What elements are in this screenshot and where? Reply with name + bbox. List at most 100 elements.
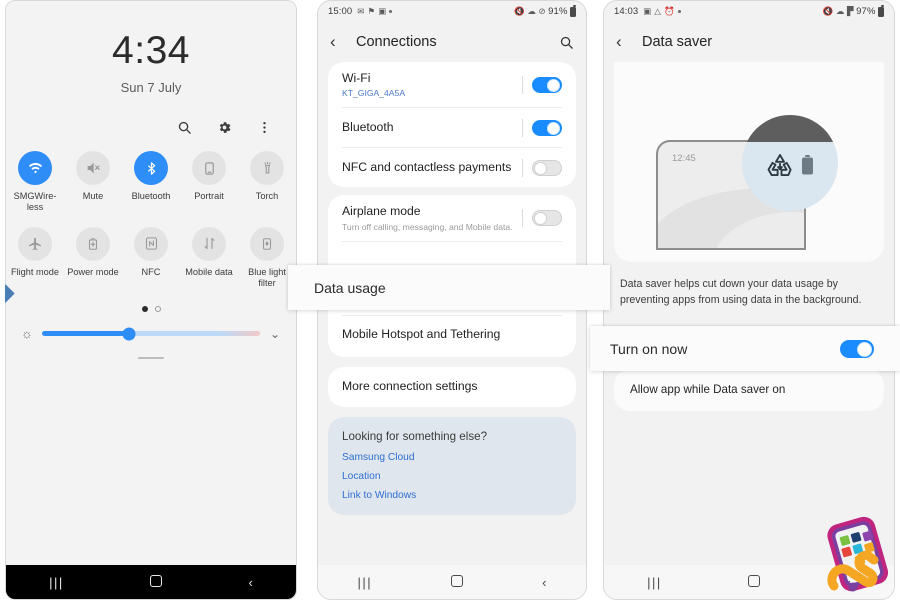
row-wifi[interactable]: Wi-Fi KT_GIGA_4A5A (342, 62, 562, 107)
pager-dot[interactable] (154, 306, 161, 313)
brightness-slider[interactable] (42, 327, 260, 341)
battery-icon-3 (878, 5, 884, 17)
mute-icon: 🔇 (822, 6, 834, 17)
tile-wifi[interactable]: SMGWire-less (6, 151, 64, 213)
row-more-connection-settings[interactable]: More connection settings (342, 367, 562, 407)
airplane-icon (18, 226, 52, 261)
blue-light-icon (250, 226, 284, 261)
brightness-slider-row[interactable]: ☼ ⌄ (6, 312, 296, 341)
back-icon[interactable]: ‹ (248, 575, 252, 590)
data-saver-panel: 14:03 ▣ △ ⏰ 🔇 ☁ ▛ 97% ‹ Data saver 12:45… (603, 0, 895, 600)
divider (522, 158, 523, 177)
home-icon[interactable] (451, 574, 464, 590)
battery-percent-3: 97% (856, 6, 876, 17)
quick-settings-tile-grid: SMGWire-less Mute Bluetooth Portrait Tor… (6, 151, 296, 288)
row-nfc[interactable]: NFC and contactless payments (342, 147, 562, 187)
tile-bluetooth[interactable]: Bluetooth (122, 151, 180, 213)
bluetooth-toggle[interactable] (532, 119, 562, 136)
tile-nfc[interactable]: NFC (122, 226, 180, 289)
chevron-down-icon[interactable]: ⌄ (268, 327, 282, 341)
tile-mute[interactable]: Mute (64, 151, 122, 213)
row-title: NFC and contactless payments (342, 160, 512, 175)
drag-handle[interactable] (138, 357, 164, 360)
link-location[interactable]: Location (342, 471, 562, 482)
app-bar-data-saver: ‹ Data saver (604, 22, 894, 62)
connections-card-3: More connection settings (328, 366, 576, 407)
highlighted-row-data-usage[interactable]: Data usage (288, 265, 610, 310)
gallery-icon: ▣ (378, 6, 387, 17)
back-chevron-icon[interactable]: ‹ (616, 32, 636, 52)
row-allow-app-while-data-saver-on[interactable]: Allow app while Data saver on (630, 369, 868, 411)
tile-label: Bluetooth (131, 191, 171, 201)
gear-icon[interactable] (214, 117, 234, 137)
back-icon[interactable]: ‹ (542, 575, 546, 590)
status-bar-2: 15:00 ✉ ⚑ ▣ 🔇 ☁ ⊘ 91% (318, 1, 586, 22)
warning-icon: △ (654, 6, 662, 17)
tile-label: Mobile data (185, 266, 233, 277)
nfc-toggle[interactable] (532, 159, 562, 176)
mute-icon (76, 151, 110, 185)
row-airplane-mode[interactable]: Airplane mode Turn off calling, messagin… (342, 195, 562, 240)
airplane-mode-toggle[interactable] (532, 209, 562, 226)
battery-power-icon (76, 226, 110, 261)
row-mobile-hotspot[interactable]: Mobile Hotspot and Tethering (342, 314, 562, 355)
row-bluetooth[interactable]: Bluetooth (342, 107, 562, 147)
tile-label: SMGWire-less (13, 191, 57, 212)
divider (522, 208, 523, 227)
dnd-icon: ⊘ (538, 6, 546, 17)
highlighted-row-turn-on-now[interactable]: Turn on now (590, 326, 900, 371)
link-link-to-windows[interactable]: Link to Windows (342, 490, 562, 501)
recents-icon[interactable]: ||| (647, 575, 662, 590)
status-time-2: 15:00 (328, 6, 353, 17)
overlay-label: Data usage (314, 279, 386, 296)
hint-title: Looking for something else? (342, 429, 488, 443)
link-samsung-cloud[interactable]: Samsung Cloud (342, 452, 562, 463)
quick-settings-sheet: 4:34 Sun 7 July SMGWire-less Mute Blueto… (6, 1, 296, 565)
tile-power-mode[interactable]: Power mode (64, 226, 122, 289)
wifi-icon: ☁ (835, 6, 845, 17)
tile-flight-mode[interactable]: Flight mode (6, 226, 64, 289)
clock-time: 4:34 (112, 29, 190, 72)
brightness-slider-knob[interactable] (122, 327, 136, 341)
pager-dot-active[interactable] (141, 306, 148, 313)
home-icon[interactable] (748, 574, 761, 590)
back-chevron-icon[interactable]: ‹ (330, 32, 350, 52)
tile-label: Mute (82, 191, 104, 201)
page-title: Connections (356, 34, 437, 50)
looking-for-something-else-card: Looking for something else? Samsung Clou… (328, 416, 576, 515)
alarm-icon: ⏰ (664, 6, 675, 17)
bluetooth-icon (134, 151, 168, 185)
tile-label: Blue light filter (248, 266, 286, 288)
search-icon[interactable] (559, 35, 574, 50)
app-bar-connections: ‹ Connections (318, 22, 586, 62)
tile-portrait[interactable]: Portrait (180, 151, 238, 213)
overlay-label: Turn on now (610, 340, 688, 357)
row-title: Bluetooth (342, 120, 394, 135)
battery-percent-2: 91% (548, 6, 568, 17)
tile-torch[interactable]: Torch (238, 151, 296, 213)
brightness-icon: ☼ (21, 326, 33, 342)
search-icon[interactable] (174, 117, 194, 137)
tile-label: Power mode (67, 266, 119, 277)
home-icon[interactable] (150, 574, 163, 590)
overflow-menu-icon[interactable] (254, 117, 274, 137)
data-saver-toggle[interactable] (840, 339, 874, 358)
recents-icon[interactable]: ||| (358, 575, 373, 590)
tile-label: Torch (255, 191, 279, 201)
wifi-toggle[interactable] (532, 76, 562, 93)
more-notifications-dot (677, 10, 681, 13)
page-title: Data saver (642, 34, 713, 50)
row-subtitle: KT_GIGA_4A5A (342, 88, 406, 99)
app-notification-icon: ⚑ (367, 6, 376, 17)
app-repair-logo (822, 516, 894, 594)
data-saver-illustration: 12:45 (614, 62, 884, 262)
tile-mobile-data[interactable]: Mobile data (180, 226, 238, 289)
quick-settings-panel: ♻ ☎ 🔇 ☁ ▛ 29% 4:34 Sun 7 July (5, 0, 297, 600)
clock-date: Sun 7 July (120, 80, 182, 95)
nfc-icon (134, 226, 168, 261)
tile-label: Flight mode (10, 266, 59, 277)
recents-icon[interactable]: ||| (49, 575, 64, 590)
row-title: Wi-Fi (342, 71, 371, 85)
more-notifications-dot (389, 10, 393, 13)
row-title: More connection settings (342, 378, 478, 393)
